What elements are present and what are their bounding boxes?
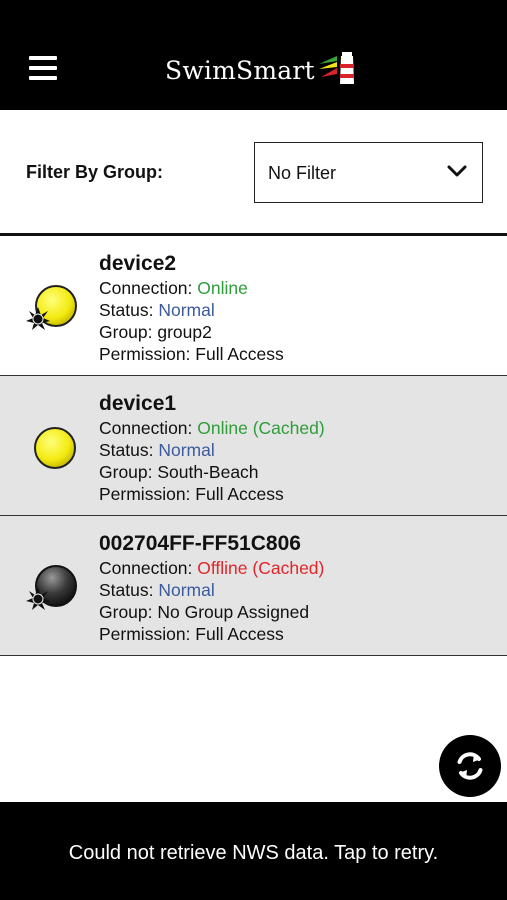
permission-line: Permission: Full Access	[99, 624, 284, 644]
filter-selected-value: No Filter	[268, 163, 337, 183]
device-list: device2 Connection: Online Status: Norma…	[0, 236, 507, 656]
connection-label: Connection:	[99, 558, 198, 578]
permission-line: Permission: Full Access	[99, 344, 284, 364]
permission-line: Permission: Full Access	[99, 484, 284, 504]
group-line: Group: group2	[99, 322, 212, 342]
menu-line	[29, 66, 57, 70]
nws-error-banner[interactable]: Could not retrieve NWS data. Tap to retr…	[0, 802, 507, 900]
connection-label: Connection:	[99, 278, 198, 298]
yellow-light-icon	[34, 427, 76, 469]
device-name: device1	[99, 392, 177, 415]
connection-line: Connection: Online	[99, 278, 248, 299]
chevron-down-icon	[447, 165, 467, 177]
connection-label: Connection:	[99, 418, 198, 438]
group-filter-select[interactable]: No Filter	[254, 142, 483, 203]
status-label: Status:	[99, 440, 159, 460]
filter-bar: Filter By Group: No Filter	[0, 110, 507, 234]
dark-light-with-burst-icon	[26, 565, 77, 610]
connection-line: Connection: Offline (Cached)	[99, 558, 324, 579]
top-app-bar: SwimSmart	[0, 0, 507, 110]
connection-value: Offline (Cached)	[197, 558, 325, 578]
status-label: Status:	[99, 300, 159, 320]
connection-line: Connection: Online (Cached)	[99, 418, 325, 439]
group-line: Group: No Group Assigned	[99, 602, 310, 622]
brand-logo: SwimSmart	[165, 50, 359, 90]
device-row[interactable]: device2 Connection: Online Status: Norma…	[0, 236, 507, 376]
status-line: Status: Normal	[99, 580, 215, 601]
filter-label: Filter By Group:	[26, 162, 164, 182]
menu-line	[29, 76, 57, 80]
status-value: Normal	[158, 440, 215, 460]
device-name: 002704FF-FF51C806	[99, 532, 301, 555]
connection-value: Online	[197, 278, 248, 298]
status-value: Normal	[158, 580, 215, 600]
refresh-button[interactable]	[439, 735, 501, 797]
menu-line	[29, 56, 57, 60]
nws-error-message: Could not retrieve NWS data. Tap to retr…	[68, 842, 439, 864]
connection-value: Online (Cached)	[197, 418, 325, 438]
refresh-icon	[457, 752, 483, 780]
status-line: Status: Normal	[99, 300, 215, 321]
status-value: Normal	[158, 300, 215, 320]
hamburger-menu-icon[interactable]	[29, 56, 57, 80]
swimsmart-lighthouse-logo	[318, 52, 354, 84]
brand-name: SwimSmart	[165, 55, 315, 85]
yellow-light-with-burst-icon	[26, 285, 77, 330]
device-row[interactable]: device1 Connection: Online (Cached) Stat…	[0, 376, 507, 516]
device-name: device2	[99, 252, 177, 275]
device-row[interactable]: 002704FF-FF51C806 Connection: Offline (C…	[0, 516, 507, 656]
status-line: Status: Normal	[99, 440, 215, 461]
status-label: Status:	[99, 580, 159, 600]
group-line: Group: South-Beach	[99, 462, 259, 482]
